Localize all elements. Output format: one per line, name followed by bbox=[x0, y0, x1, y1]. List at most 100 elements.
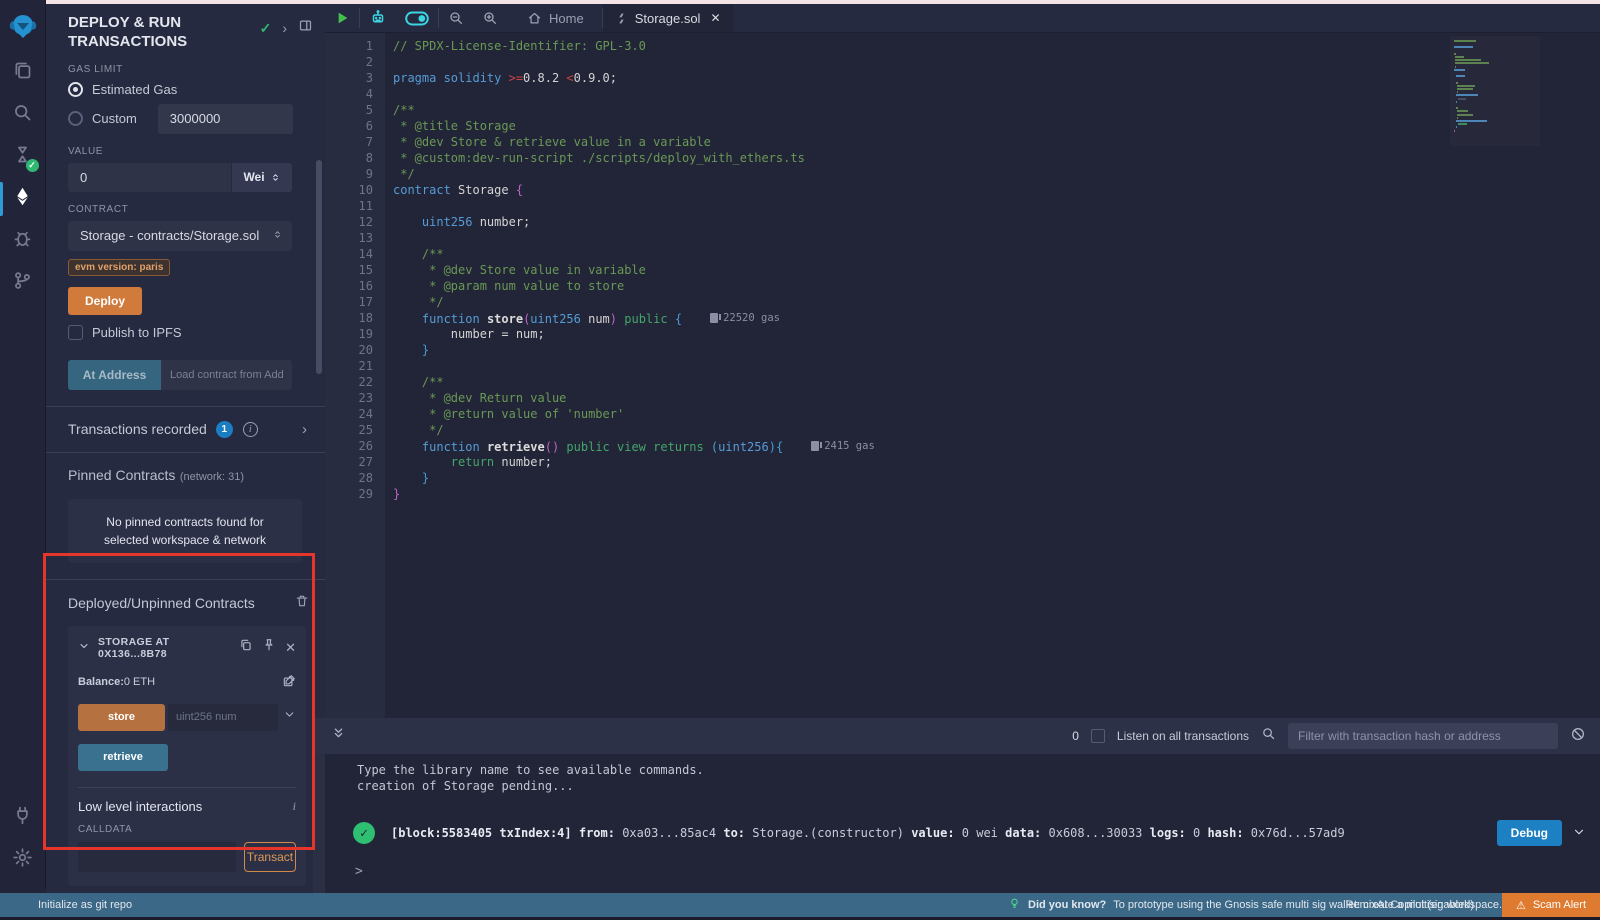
copy-icon[interactable] bbox=[239, 638, 253, 657]
contract-select[interactable]: Storage - contracts/Storage.sol bbox=[68, 221, 292, 251]
code-line[interactable]: 7 * @dev Store & retrieve value in a var… bbox=[325, 134, 1600, 150]
pin-panel-icon[interactable] bbox=[298, 18, 313, 38]
transact-button[interactable]: Transact bbox=[244, 842, 296, 872]
panel-scrollbar[interactable] bbox=[316, 160, 322, 374]
chevron-down-icon[interactable] bbox=[1572, 825, 1586, 842]
custom-gas-option[interactable]: Custom bbox=[68, 104, 313, 134]
store-arg-input[interactable] bbox=[168, 704, 278, 731]
sidebar-item-git[interactable] bbox=[0, 262, 46, 304]
terminal-output[interactable]: Type the library name to see available c… bbox=[325, 754, 1600, 893]
code-line[interactable]: 28 } bbox=[325, 470, 1600, 486]
sidebar-item-debugger[interactable] bbox=[0, 220, 46, 262]
code-line[interactable]: 8 * @custom:dev-run-script ./scripts/dep… bbox=[325, 150, 1600, 166]
custom-gas-input[interactable] bbox=[158, 104, 293, 134]
code-line[interactable]: 16 * @param num value to store bbox=[325, 278, 1600, 294]
transaction-result-row[interactable]: ✓ [block:5583405 txIndex:4] from: 0xa03.… bbox=[325, 820, 1600, 846]
editor-minimap[interactable] bbox=[1450, 36, 1540, 146]
zoom-in-button[interactable] bbox=[473, 4, 507, 32]
listen-all-checkbox[interactable] bbox=[1091, 729, 1105, 743]
code-editor[interactable]: 1// SPDX-License-Identifier: GPL-3.023pr… bbox=[325, 33, 1600, 718]
code-line[interactable]: 13 bbox=[325, 230, 1600, 246]
ai-copilot-button[interactable] bbox=[360, 4, 396, 32]
code-line[interactable]: 20 } bbox=[325, 342, 1600, 358]
tab-home[interactable]: Home bbox=[515, 4, 596, 32]
git-init-link[interactable]: Initialize as git repo bbox=[38, 899, 132, 911]
code-line[interactable]: 27 return number; bbox=[325, 454, 1600, 470]
code-line[interactable]: 2 bbox=[325, 54, 1600, 70]
publish-ipfs-checkbox[interactable] bbox=[68, 325, 83, 340]
info-icon[interactable]: i bbox=[293, 799, 296, 814]
code-line[interactable]: 25 */ bbox=[325, 422, 1600, 438]
code-line[interactable]: 18 function store(uint256 num) public {2… bbox=[325, 310, 1600, 326]
publish-ipfs-option[interactable]: Publish to IPFS bbox=[68, 325, 313, 340]
remix-logo[interactable] bbox=[0, 0, 46, 52]
at-address-input[interactable] bbox=[161, 360, 292, 390]
terminal-prompt[interactable]: > bbox=[355, 864, 363, 879]
tab-storage-sol[interactable]: Storage.sol ✕ bbox=[603, 4, 733, 32]
code-line[interactable]: 24 * @return value of 'number' bbox=[325, 406, 1600, 422]
edit-icon[interactable] bbox=[282, 674, 296, 691]
code-line[interactable]: 19 number = num; bbox=[325, 326, 1600, 342]
code-line[interactable]: 23 * @dev Return value bbox=[325, 390, 1600, 406]
balance-value: 0 ETH bbox=[124, 676, 155, 688]
zoom-out-button[interactable] bbox=[439, 4, 473, 32]
code-line[interactable]: 15 * @dev Store value in variable bbox=[325, 262, 1600, 278]
code-line[interactable]: 17 */ bbox=[325, 294, 1600, 310]
code-line[interactable]: 10contract Storage { bbox=[325, 182, 1600, 198]
sidebar-item-deploy-run[interactable] bbox=[0, 178, 46, 220]
code-line[interactable]: 4 bbox=[325, 86, 1600, 102]
code-line[interactable]: 11 bbox=[325, 198, 1600, 214]
code-line[interactable]: 22 /** bbox=[325, 374, 1600, 390]
value-input[interactable] bbox=[68, 163, 231, 192]
chevron-right-icon[interactable]: › bbox=[302, 421, 307, 438]
debug-button[interactable]: Debug bbox=[1497, 820, 1562, 846]
solidity-file-icon bbox=[615, 12, 628, 25]
calldata-input[interactable] bbox=[78, 842, 236, 872]
code-line[interactable]: 6 * @title Storage bbox=[325, 118, 1600, 134]
deploy-button[interactable]: Deploy bbox=[68, 287, 142, 315]
value-unit-select[interactable]: Wei bbox=[232, 163, 292, 192]
code-line[interactable]: 3pragma solidity >=0.8.2 <0.9.0; bbox=[325, 70, 1600, 86]
ban-icon[interactable] bbox=[1570, 726, 1586, 747]
run-script-button[interactable] bbox=[325, 4, 359, 32]
close-tab-icon[interactable]: ✕ bbox=[710, 11, 720, 25]
retrieve-function-button[interactable]: retrieve bbox=[78, 744, 168, 771]
low-level-title: Low level interactions bbox=[78, 799, 202, 814]
chevron-down-icon[interactable] bbox=[283, 708, 296, 726]
copilot-status[interactable]: RemixAI Copilot (enabled) bbox=[1346, 899, 1474, 911]
sidebar-item-search[interactable] bbox=[0, 94, 46, 136]
terminal-filter-input[interactable] bbox=[1288, 723, 1558, 749]
custom-gas-radio[interactable] bbox=[68, 111, 83, 126]
code-line[interactable]: 5/** bbox=[325, 102, 1600, 118]
code-line[interactable]: 12 uint256 number; bbox=[325, 214, 1600, 230]
copilot-toggle[interactable] bbox=[396, 4, 438, 32]
transactions-count-badge: 1 bbox=[216, 421, 233, 438]
code-area[interactable]: 1// SPDX-License-Identifier: GPL-3.023pr… bbox=[325, 38, 1600, 502]
sidebar-item-solidity-compiler[interactable]: ✓ bbox=[0, 136, 46, 178]
estimated-gas-radio[interactable] bbox=[68, 82, 83, 97]
code-line[interactable]: 1// SPDX-License-Identifier: GPL-3.0 bbox=[325, 38, 1600, 54]
chevron-right-icon[interactable]: › bbox=[282, 20, 287, 36]
info-icon[interactable]: i bbox=[243, 422, 258, 437]
sidebar-item-file-explorer[interactable] bbox=[0, 52, 46, 94]
close-icon[interactable]: ✕ bbox=[285, 640, 296, 656]
terminal-toolbar: 0 Listen on all transactions bbox=[313, 718, 1600, 754]
chevron-down-icon[interactable] bbox=[78, 639, 90, 657]
code-line[interactable]: 9 */ bbox=[325, 166, 1600, 182]
scam-alert-button[interactable]: ⚠ Scam Alert bbox=[1502, 893, 1600, 917]
store-function-button[interactable]: store bbox=[78, 704, 165, 731]
trash-icon[interactable] bbox=[295, 594, 309, 613]
at-address-button[interactable]: At Address bbox=[68, 360, 161, 390]
sidebar-item-settings[interactable] bbox=[0, 839, 46, 881]
code-line[interactable]: 14 /** bbox=[325, 246, 1600, 262]
code-line[interactable]: 21 bbox=[325, 358, 1600, 374]
expand-terminal-icon[interactable] bbox=[331, 726, 346, 746]
code-line[interactable]: 26 function retrieve() public view retur… bbox=[325, 438, 1600, 454]
sidebar-item-plugin-manager[interactable] bbox=[0, 797, 46, 839]
code-line[interactable]: 29} bbox=[325, 486, 1600, 502]
estimated-gas-option[interactable]: Estimated Gas bbox=[68, 82, 313, 97]
transactions-recorded-section[interactable]: Transactions recorded 1 i › bbox=[46, 406, 325, 452]
listen-all-label: Listen on all transactions bbox=[1117, 729, 1249, 743]
instance-name[interactable]: STORAGE AT 0X136...8B78 bbox=[98, 636, 231, 660]
pin-icon[interactable] bbox=[262, 638, 276, 657]
